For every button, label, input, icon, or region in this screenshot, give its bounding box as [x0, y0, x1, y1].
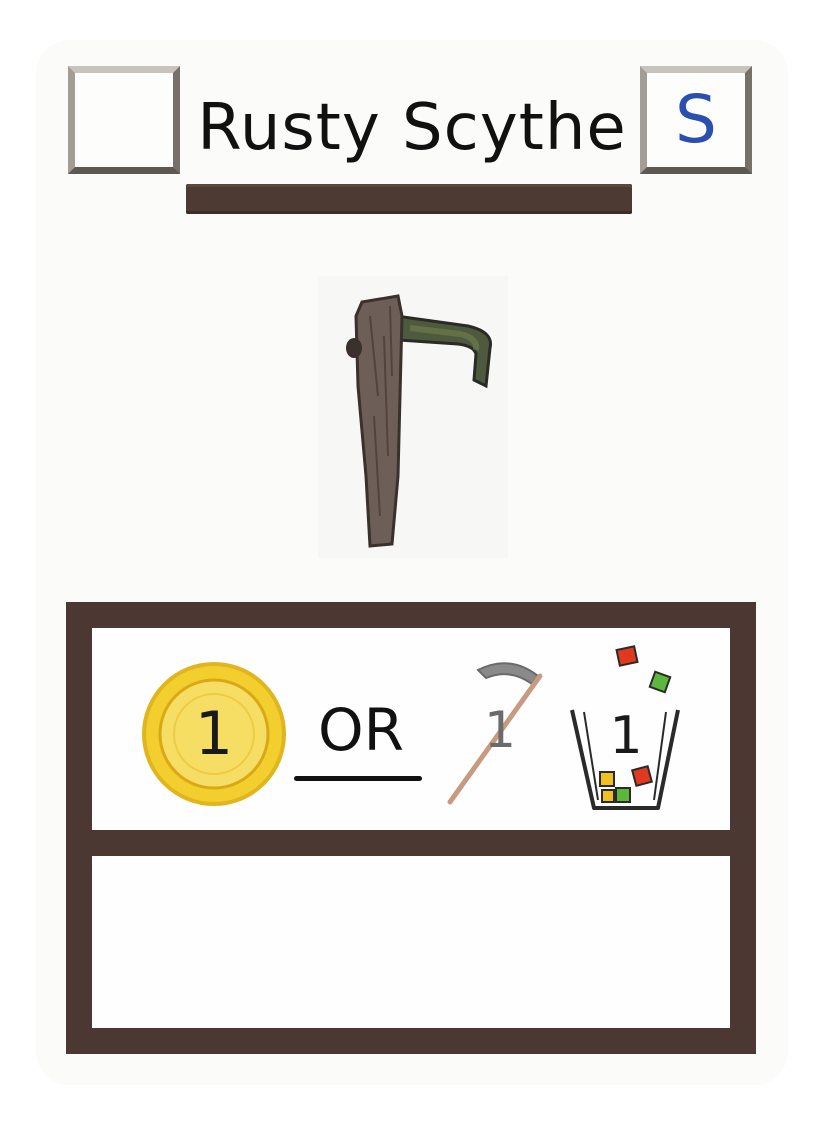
card-title: Rusty Scythe: [197, 91, 627, 165]
or-underline: [294, 776, 422, 781]
card-art: [318, 276, 508, 558]
frame-divider: [92, 830, 730, 856]
type-letter: S: [675, 81, 717, 158]
type-badge: S: [640, 66, 752, 174]
or-label: OR: [318, 696, 404, 764]
bucket-cost-value: 1: [609, 706, 643, 766]
top-left-slot: [68, 66, 180, 174]
title-bar: [186, 184, 632, 214]
scythe-cost-value: 1: [484, 701, 516, 759]
coin-cost-value: 1: [194, 699, 234, 769]
rusty-scythe-icon: [346, 294, 493, 548]
card: Rusty Scythe S 1 OR 1 1: [0, 0, 825, 1125]
card-text-box: [92, 856, 730, 1028]
